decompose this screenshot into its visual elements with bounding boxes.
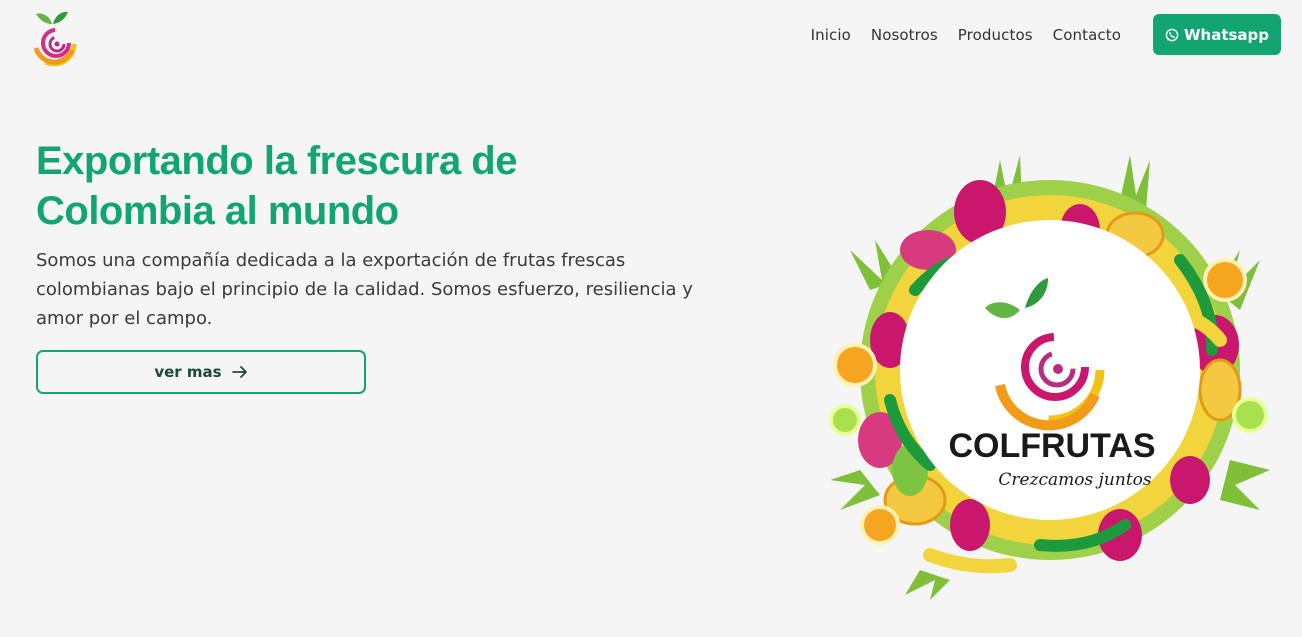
hero-title-line-1: Exportando la frescura de <box>36 139 517 183</box>
ver-mas-label: ver mas <box>154 363 222 381</box>
hero-title-line-2: Colombia al mundo <box>36 189 399 233</box>
fruit-wreath <box>829 155 1270 600</box>
badge-tagline: Crezcamos juntos <box>998 470 1152 490</box>
fruit-wreath-illustration: COLFRUTAS Crezcamos juntos <box>829 155 1270 600</box>
arrow-right-icon <box>231 366 247 378</box>
main-nav: Inicio Nosotros Productos Contacto Whats… <box>811 14 1281 55</box>
badge-brand-name: COLFRUTAS <box>948 427 1155 465</box>
nav-link-productos[interactable]: Productos <box>958 26 1033 44</box>
nav-link-inicio[interactable]: Inicio <box>811 26 851 44</box>
hero-title: Exportando la frescura de Colombia al mu… <box>36 136 517 236</box>
nav-link-contacto[interactable]: Contacto <box>1053 26 1121 44</box>
whatsapp-button-label: Whatsapp <box>1183 25 1270 44</box>
whatsapp-button[interactable]: Whatsapp <box>1153 14 1281 55</box>
hero-description: Somos una compañía dedicada a la exporta… <box>36 250 693 329</box>
ver-mas-button[interactable]: ver mas <box>36 350 366 394</box>
site-logo-icon[interactable] <box>28 4 80 66</box>
whatsapp-icon <box>1165 28 1179 41</box>
nav-link-nosotros[interactable]: Nosotros <box>871 26 938 44</box>
